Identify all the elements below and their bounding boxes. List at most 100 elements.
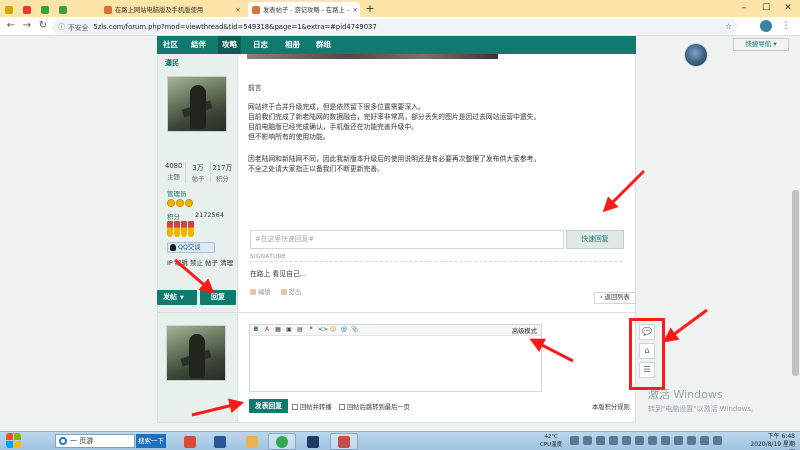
reply-avatar[interactable]: [166, 325, 226, 381]
pinned-tab-3[interactable]: [38, 2, 55, 17]
media-icon[interactable]: ▣: [285, 326, 293, 334]
tray-icon[interactable]: [596, 436, 605, 445]
tray-icon[interactable]: [648, 436, 657, 445]
nav-item-partner[interactable]: 結伴: [187, 36, 210, 54]
pinned-tab-2[interactable]: [20, 2, 37, 17]
tray-icon[interactable]: [700, 436, 709, 445]
cpu-temperature[interactable]: 42℃ CPU温度: [540, 433, 562, 449]
points-rules-link[interactable]: 本版积分规则: [592, 402, 630, 411]
checkbox-box[interactable]: [292, 403, 298, 410]
author-avatar[interactable]: [167, 76, 227, 132]
taskbar-search-input[interactable]: 一 页游: [55, 434, 135, 448]
author-name[interactable]: 瀟民: [165, 58, 179, 68]
quick-reply-input[interactable]: #在这里快速回复#: [250, 230, 564, 249]
page-scrollbar[interactable]: [791, 36, 800, 431]
admin-links[interactable]: IP 编辑 禁止 帖子 清理: [167, 257, 233, 267]
bold-icon[interactable]: B: [252, 326, 260, 334]
medal-icon[interactable]: [167, 221, 173, 237]
watermark-subtitle: 转到"电脑设置"以激活 Windows。: [648, 405, 758, 413]
tray-icon[interactable]: [713, 436, 722, 445]
table-icon[interactable]: ▤: [296, 326, 304, 334]
scrollbar-thumb[interactable]: [792, 190, 799, 376]
tab-new-post[interactable]: 发表帖子 - 游记攻略 - 在路上 - ×: [248, 2, 360, 17]
tray-icon[interactable]: [583, 436, 592, 445]
quote-icon[interactable]: ❝: [307, 326, 315, 334]
mention-icon[interactable]: @: [340, 326, 348, 334]
tray-icon[interactable]: [687, 436, 696, 445]
nav-item-blog[interactable]: 日志: [249, 36, 272, 54]
reply-editor[interactable]: B A ▦ ▣ ▤ ❝ <> ☺ @ 📎 高级模式: [249, 324, 542, 392]
windows-start-icon[interactable]: [6, 433, 22, 449]
minimize-button[interactable]: –: [733, 0, 755, 17]
stat-threads[interactable]: 4080 主题: [162, 162, 187, 183]
new-tab-button[interactable]: +: [363, 2, 377, 16]
medal-icon[interactable]: [181, 221, 187, 237]
checkbox-box[interactable]: [339, 403, 345, 410]
close-window-button[interactable]: ✕: [777, 0, 799, 17]
medal-row: [167, 221, 194, 237]
attachment-icon[interactable]: 📎: [351, 326, 359, 334]
tray-icon[interactable]: [674, 436, 683, 445]
reply-button[interactable]: 回复: [200, 290, 236, 305]
advanced-mode-link[interactable]: 高级模式: [512, 326, 537, 335]
profile-avatar-icon[interactable]: [760, 20, 772, 32]
taskbar-app-other[interactable]: [330, 433, 358, 450]
taskbar-app-explorer[interactable]: [238, 433, 266, 450]
forum-nav-bar: 社区 結伴 攻略 日志 相册 群组 快捷导航 ▾: [157, 36, 789, 54]
avatar-figure: [190, 85, 206, 129]
pinned-tab-4[interactable]: [56, 2, 73, 17]
submit-reply-button[interactable]: 发表回复: [249, 399, 288, 413]
tray-icon[interactable]: [570, 436, 579, 445]
image-icon[interactable]: ▦: [274, 326, 282, 334]
taskbar-app-chrome[interactable]: [268, 433, 296, 450]
pinned-tab-1[interactable]: [2, 2, 19, 17]
new-post-button[interactable]: 发帖 ▼: [157, 290, 197, 305]
maximize-button[interactable]: ☐: [755, 0, 777, 17]
jump-last-page-checkbox[interactable]: 回帖后跳转到最后一页: [339, 402, 410, 411]
code-icon[interactable]: <>: [318, 326, 328, 334]
back-to-list-button[interactable]: ‹ 返回列表: [594, 292, 636, 304]
forward-arrow-icon[interactable]: →: [20, 19, 34, 33]
qq-chat-button[interactable]: QQ交谈: [167, 242, 215, 253]
medal-icon[interactable]: [174, 221, 180, 237]
quick-nav-button[interactable]: 快捷导航 ▾: [733, 38, 789, 51]
nav-item-album[interactable]: 相册: [281, 36, 304, 54]
start-logo-part: [14, 441, 21, 448]
reload-icon[interactable]: ↻: [36, 19, 50, 33]
logged-in-user-avatar[interactable]: [684, 43, 708, 67]
smiley-icon[interactable]: ☺: [329, 326, 337, 334]
taskbar-app-photoshop[interactable]: [299, 433, 327, 450]
taskbar-search-button[interactable]: 搜索一下: [136, 434, 166, 448]
tab-close-icon[interactable]: ×: [232, 6, 241, 14]
quick-reply-button[interactable]: 快速回复: [566, 230, 624, 249]
taskbar-app-chrome-like[interactable]: [176, 433, 204, 450]
tray-icon[interactable]: [635, 436, 644, 445]
font-color-icon[interactable]: A: [263, 326, 271, 334]
stat-points[interactable]: 217万 积分: [211, 162, 234, 183]
chrome-like-icon: [184, 435, 196, 448]
back-arrow-icon[interactable]: ←: [4, 19, 18, 33]
url-input[interactable]: ⓘ 不安全 5zls.com/forum.php?mod=viewthread&…: [52, 19, 738, 34]
stat-value: 217万: [212, 164, 233, 172]
taskbar-clock[interactable]: 下午 6:48 2020/8/19 星期四: [745, 433, 795, 450]
address-bar-row: ← → ↻ ⓘ 不安全 5zls.com/forum.php?mod=viewt…: [0, 17, 800, 36]
tab-close-icon[interactable]: ×: [349, 6, 358, 14]
info-circle-icon[interactable]: ⓘ: [58, 22, 65, 32]
user-group[interactable]: 管理员: [167, 188, 187, 198]
stat-posts[interactable]: 3万帖子: [186, 162, 211, 183]
bookmark-star-icon[interactable]: ☆: [725, 22, 732, 31]
tray-icon[interactable]: [622, 436, 631, 445]
nav-item-guide[interactable]: 攻略: [218, 36, 241, 54]
tray-icon[interactable]: [661, 436, 670, 445]
tray-icon[interactable]: [609, 436, 618, 445]
tab-forum-guide[interactable]: 在路上网站电脑版及手机版使用 ×: [100, 2, 245, 17]
nav-item-groups[interactable]: 群组: [312, 36, 335, 54]
stat-value: 3万: [192, 164, 204, 172]
repost-checkbox[interactable]: 回帖并转播: [292, 402, 331, 411]
stat-label: 帖子: [191, 176, 205, 183]
post-photo[interactable]: [247, 54, 498, 59]
browser-menu-icon[interactable]: ⋮: [780, 19, 792, 33]
medal-icon[interactable]: [188, 221, 194, 237]
taskbar-app-word[interactable]: [206, 433, 234, 450]
nav-item-community[interactable]: 社区: [159, 36, 182, 54]
